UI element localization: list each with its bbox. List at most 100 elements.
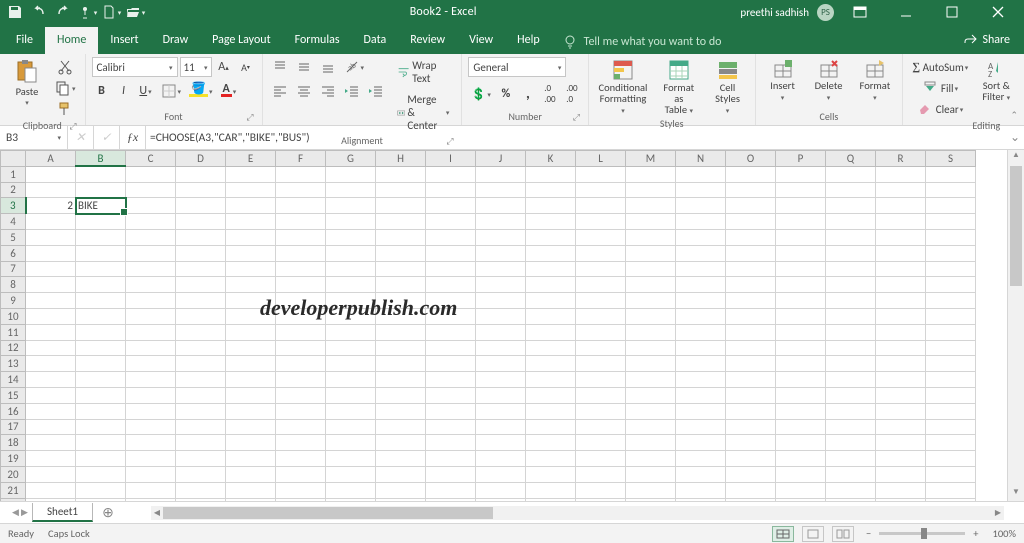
cell-O9[interactable] bbox=[726, 293, 776, 309]
new-file-icon[interactable]: ▾ bbox=[100, 1, 122, 23]
tab-home[interactable]: Home bbox=[45, 27, 98, 54]
cell-H16[interactable] bbox=[376, 403, 426, 419]
cell-H10[interactable] bbox=[376, 308, 426, 324]
align-bottom-button[interactable] bbox=[317, 57, 339, 77]
cell-G9[interactable] bbox=[326, 293, 376, 309]
cell-P16[interactable] bbox=[776, 403, 826, 419]
cell-E9[interactable] bbox=[226, 293, 276, 309]
cell-J18[interactable] bbox=[476, 435, 526, 451]
cell-J12[interactable] bbox=[476, 340, 526, 356]
cell-F15[interactable] bbox=[276, 387, 326, 403]
tab-file[interactable]: File bbox=[4, 27, 45, 54]
merge-center-button[interactable]: Merge & Center ▾ bbox=[391, 91, 456, 134]
cell-D2[interactable] bbox=[176, 182, 226, 198]
cell-M18[interactable] bbox=[626, 435, 676, 451]
cell-A5[interactable] bbox=[26, 229, 76, 245]
cell-H6[interactable] bbox=[376, 245, 426, 261]
cell-M5[interactable] bbox=[626, 229, 676, 245]
row-header-17[interactable]: 17 bbox=[1, 419, 26, 435]
row-header-5[interactable]: 5 bbox=[1, 229, 26, 245]
cell-E11[interactable] bbox=[226, 324, 276, 340]
cell-G20[interactable] bbox=[326, 466, 376, 482]
scroll-up-icon[interactable]: ▲ bbox=[1008, 150, 1024, 164]
cell-L7[interactable] bbox=[576, 261, 626, 277]
cell-I2[interactable] bbox=[426, 182, 476, 198]
number-launcher[interactable]: ⤢ bbox=[571, 112, 582, 123]
horizontal-scroll-thumb[interactable] bbox=[163, 507, 493, 519]
cell-G13[interactable] bbox=[326, 356, 376, 372]
cell-K6[interactable] bbox=[526, 245, 576, 261]
cell-S1[interactable] bbox=[926, 166, 976, 182]
cell-A11[interactable] bbox=[26, 324, 76, 340]
cell-J4[interactable] bbox=[476, 214, 526, 230]
fill-button[interactable]: Fill ▾ bbox=[909, 78, 971, 98]
cell-S12[interactable] bbox=[926, 340, 976, 356]
cell-P2[interactable] bbox=[776, 182, 826, 198]
row-header-19[interactable]: 19 bbox=[1, 451, 26, 467]
cell-L14[interactable] bbox=[576, 372, 626, 388]
row-header-7[interactable]: 7 bbox=[1, 261, 26, 277]
cell-R11[interactable] bbox=[876, 324, 926, 340]
column-header-M[interactable]: M bbox=[626, 151, 676, 167]
cell-M14[interactable] bbox=[626, 372, 676, 388]
cell-E10[interactable] bbox=[226, 308, 276, 324]
cell-L1[interactable] bbox=[576, 166, 626, 182]
cell-F6[interactable] bbox=[276, 245, 326, 261]
cell-E21[interactable] bbox=[226, 482, 276, 498]
cell-H1[interactable] bbox=[376, 166, 426, 182]
cell-G15[interactable] bbox=[326, 387, 376, 403]
cell-H15[interactable] bbox=[376, 387, 426, 403]
cell-C19[interactable] bbox=[126, 451, 176, 467]
cell-K4[interactable] bbox=[526, 214, 576, 230]
column-header-A[interactable]: A bbox=[26, 151, 76, 167]
comma-format-button[interactable]: , bbox=[518, 83, 538, 105]
cell-K3[interactable] bbox=[526, 198, 576, 214]
cell-I18[interactable] bbox=[426, 435, 476, 451]
cell-K2[interactable] bbox=[526, 182, 576, 198]
cell-P18[interactable] bbox=[776, 435, 826, 451]
cell-C6[interactable] bbox=[126, 245, 176, 261]
column-header-N[interactable]: N bbox=[676, 151, 726, 167]
cell-C17[interactable] bbox=[126, 419, 176, 435]
column-header-O[interactable]: O bbox=[726, 151, 776, 167]
row-header-13[interactable]: 13 bbox=[1, 356, 26, 372]
cell-C14[interactable] bbox=[126, 372, 176, 388]
cell-F11[interactable] bbox=[276, 324, 326, 340]
cell-J14[interactable] bbox=[476, 372, 526, 388]
cell-J16[interactable] bbox=[476, 403, 526, 419]
cell-R16[interactable] bbox=[876, 403, 926, 419]
row-header-21[interactable]: 21 bbox=[1, 482, 26, 498]
cell-A6[interactable] bbox=[26, 245, 76, 261]
format-as-table-button[interactable]: Format asTable ▾ bbox=[655, 57, 702, 117]
open-file-icon[interactable]: ▾ bbox=[124, 1, 146, 23]
format-painter-button[interactable] bbox=[52, 99, 79, 119]
cell-K11[interactable] bbox=[526, 324, 576, 340]
sort-filter-button[interactable]: AZSort &Filter ▾ bbox=[975, 57, 1017, 104]
close-icon[interactable] bbox=[978, 1, 1018, 23]
cell-R20[interactable] bbox=[876, 466, 926, 482]
increase-indent-button[interactable] bbox=[365, 81, 387, 101]
tab-insert[interactable]: Insert bbox=[98, 27, 150, 54]
cell-H18[interactable] bbox=[376, 435, 426, 451]
cell-E4[interactable] bbox=[226, 214, 276, 230]
tab-formulas[interactable]: Formulas bbox=[283, 27, 352, 54]
cell-D16[interactable] bbox=[176, 403, 226, 419]
cell-P1[interactable] bbox=[776, 166, 826, 182]
cell-D20[interactable] bbox=[176, 466, 226, 482]
cell-I9[interactable] bbox=[426, 293, 476, 309]
cell-P17[interactable] bbox=[776, 419, 826, 435]
cell-grid[interactable]: ABCDEFGHIJKLMNOPQRS1232BIKE4567891011121… bbox=[0, 150, 1007, 501]
cell-Q15[interactable] bbox=[826, 387, 876, 403]
horizontal-scrollbar[interactable]: ◀ ▶ bbox=[151, 506, 1004, 520]
cell-E20[interactable] bbox=[226, 466, 276, 482]
cell-F4[interactable] bbox=[276, 214, 326, 230]
cell-S19[interactable] bbox=[926, 451, 976, 467]
cell-G16[interactable] bbox=[326, 403, 376, 419]
cell-S5[interactable] bbox=[926, 229, 976, 245]
cell-P20[interactable] bbox=[776, 466, 826, 482]
cell-R15[interactable] bbox=[876, 387, 926, 403]
zoom-out-button[interactable]: − bbox=[862, 527, 875, 540]
undo-icon[interactable] bbox=[28, 1, 50, 23]
column-header-I[interactable]: I bbox=[426, 151, 476, 167]
cell-R7[interactable] bbox=[876, 261, 926, 277]
